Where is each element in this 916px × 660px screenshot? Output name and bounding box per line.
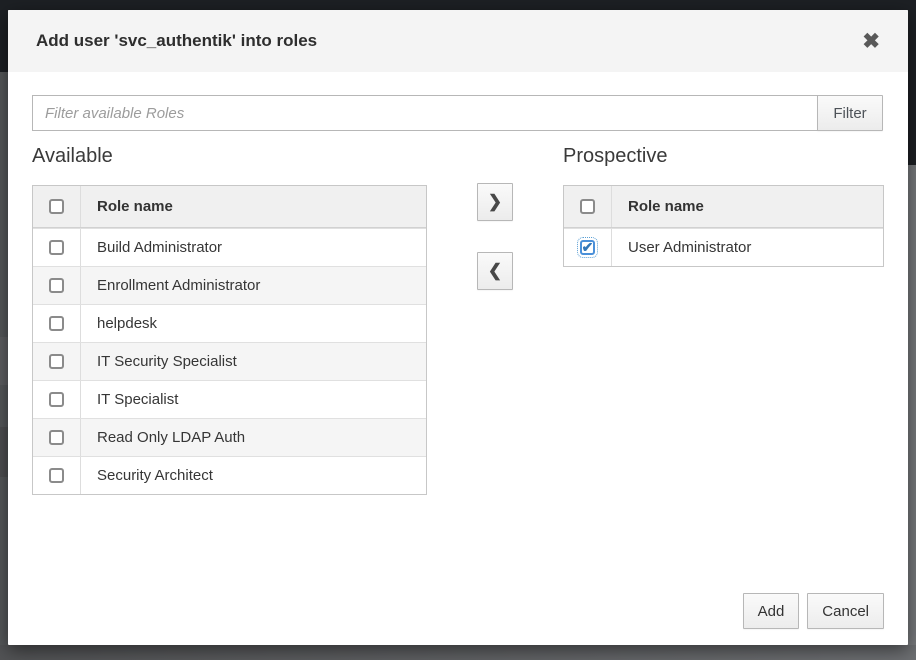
- select-role-checkbox[interactable]: ✔: [49, 430, 64, 445]
- dimmed-page-footer: [0, 645, 916, 660]
- select-role-checkbox[interactable]: ✔: [49, 468, 64, 483]
- dialog-title: Add user 'svc_authentik' into roles: [36, 31, 317, 51]
- available-roles-table: ✔ Role name ✔ Build Administrator: [32, 185, 427, 495]
- table-row: ✔ Security Architect: [33, 456, 426, 494]
- filter-button[interactable]: Filter: [817, 95, 883, 131]
- add-roles-dialog: Add user 'svc_authentik' into roles ✖ Fi…: [8, 10, 908, 645]
- table-header-row: ✔ Role name: [564, 186, 883, 228]
- select-role-checkbox[interactable]: ✔: [49, 354, 64, 369]
- select-role-checkbox[interactable]: ✔: [49, 316, 64, 331]
- move-left-button[interactable]: ❮: [477, 252, 513, 290]
- role-name-cell: IT Security Specialist: [81, 343, 426, 380]
- role-name-cell: IT Specialist: [81, 381, 426, 418]
- role-name-cell: Enrollment Administrator: [81, 267, 426, 304]
- close-icon[interactable]: ✖: [862, 31, 880, 52]
- table-row: ✔ IT Specialist: [33, 380, 426, 418]
- select-role-checkbox[interactable]: ✔: [580, 240, 595, 255]
- role-name-cell: Build Administrator: [81, 229, 426, 266]
- table-row: ✔ IT Security Specialist: [33, 342, 426, 380]
- role-name-cell: User Administrator: [612, 229, 883, 266]
- move-right-button[interactable]: ❯: [477, 183, 513, 221]
- select-role-checkbox[interactable]: ✔: [49, 240, 64, 255]
- header-checkbox-cell: ✔: [564, 186, 612, 227]
- select-role-checkbox[interactable]: ✔: [49, 278, 64, 293]
- role-name-cell: helpdesk: [81, 305, 426, 342]
- table-row: ✔ Build Administrator: [33, 228, 426, 266]
- select-role-checkbox[interactable]: ✔: [49, 392, 64, 407]
- column-header-role-name: Role name: [81, 186, 426, 227]
- column-header-role-name: Role name: [612, 186, 883, 227]
- row-checkbox-cell: ✔: [33, 305, 81, 342]
- chevron-left-icon: ❮: [488, 261, 502, 281]
- dialog-header: Add user 'svc_authentik' into roles ✖: [8, 10, 908, 72]
- row-checkbox-cell: ✔: [33, 343, 81, 380]
- select-all-checkbox[interactable]: ✔: [49, 199, 64, 214]
- table-row: ✔ Enrollment Administrator: [33, 266, 426, 304]
- filter-input[interactable]: [32, 95, 818, 131]
- available-rows: ✔ Build Administrator ✔ Enrollment Admin…: [33, 228, 426, 494]
- table-row: ✔ Read Only LDAP Auth: [33, 418, 426, 456]
- prospective-rows: ✔ User Administrator: [564, 228, 883, 266]
- prospective-heading: Prospective: [563, 145, 668, 168]
- cancel-button[interactable]: Cancel: [807, 593, 884, 629]
- role-name-cell: Read Only LDAP Auth: [81, 419, 426, 456]
- filter-group: Filter: [32, 95, 883, 131]
- add-button[interactable]: Add: [743, 593, 800, 629]
- available-heading: Available: [32, 145, 113, 168]
- table-header-row: ✔ Role name: [33, 186, 426, 228]
- row-checkbox-cell: ✔: [33, 419, 81, 456]
- dialog-footer: Add Cancel: [743, 593, 884, 629]
- select-all-checkbox[interactable]: ✔: [580, 199, 595, 214]
- row-checkbox-cell: ✔: [33, 381, 81, 418]
- prospective-roles-table: ✔ Role name ✔ User Administrator: [563, 185, 884, 267]
- header-checkbox-cell: ✔: [33, 186, 81, 227]
- table-row: ✔ helpdesk: [33, 304, 426, 342]
- row-checkbox-cell: ✔: [564, 229, 612, 266]
- chevron-right-icon: ❯: [488, 192, 502, 212]
- row-checkbox-cell: ✔: [33, 267, 81, 304]
- screen: Add user 'svc_authentik' into roles ✖ Fi…: [0, 0, 916, 660]
- row-checkbox-cell: ✔: [33, 457, 81, 494]
- table-row: ✔ User Administrator: [564, 228, 883, 266]
- role-name-cell: Security Architect: [81, 457, 426, 494]
- row-checkbox-cell: ✔: [33, 229, 81, 266]
